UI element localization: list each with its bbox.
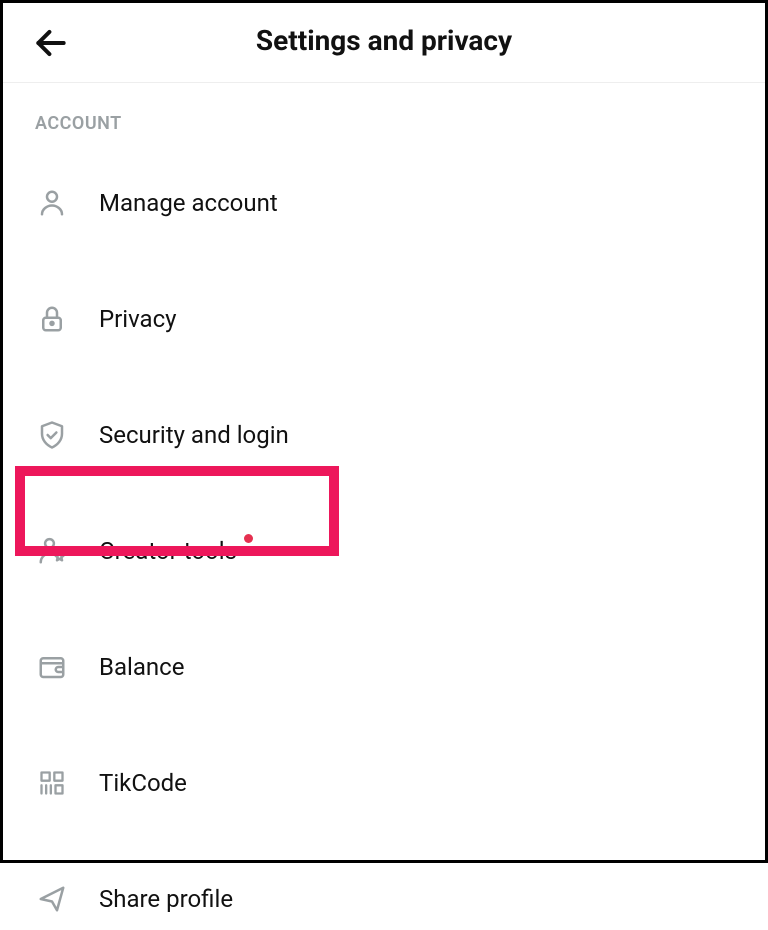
qrcode-icon: [35, 766, 69, 800]
share-icon: [35, 882, 69, 916]
person-star-icon: [35, 534, 69, 568]
notification-dot: [244, 534, 253, 543]
lock-icon: [35, 302, 69, 336]
item-label: TikCode: [99, 769, 187, 797]
person-icon: [35, 186, 69, 220]
privacy-item[interactable]: Privacy: [35, 288, 733, 350]
item-label: Security and login: [99, 421, 289, 449]
arrow-left-icon: [32, 24, 70, 62]
wallet-icon: [35, 650, 69, 684]
balance-item[interactable]: Balance: [35, 636, 733, 698]
section-label: ACCOUNT: [35, 113, 733, 134]
item-label: Share profile: [99, 885, 233, 913]
shield-icon: [35, 418, 69, 452]
creator-tools-item[interactable]: Creator tools: [35, 520, 733, 582]
page-title: Settings and privacy: [31, 24, 737, 57]
manage-account-item[interactable]: Manage account: [35, 172, 733, 234]
tikcode-item[interactable]: TikCode: [35, 752, 733, 814]
share-profile-item[interactable]: Share profile: [35, 868, 733, 930]
security-item[interactable]: Security and login: [35, 404, 733, 466]
item-label: Privacy: [99, 305, 177, 333]
account-section: ACCOUNT Manage account Privacy Secu: [3, 83, 765, 930]
item-label: Balance: [99, 653, 184, 681]
item-label: Manage account: [99, 189, 278, 217]
header: Settings and privacy: [3, 3, 765, 83]
item-label: Creator tools: [99, 537, 237, 565]
back-button[interactable]: [31, 23, 71, 63]
